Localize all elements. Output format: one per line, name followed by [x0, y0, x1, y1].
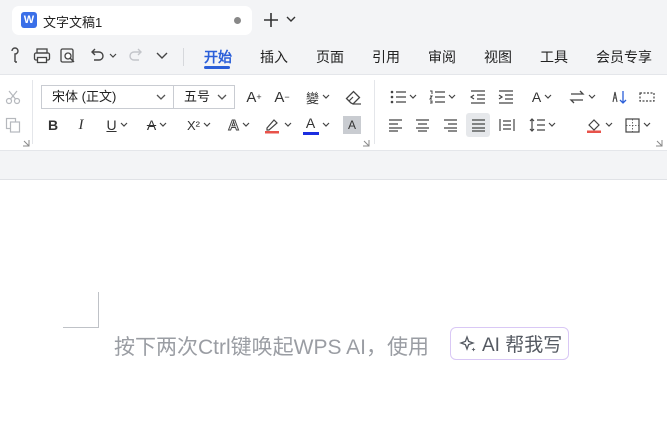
highlighter-icon: [264, 119, 279, 134]
quick-access-chevron-icon[interactable]: [154, 45, 170, 67]
highlight-color-button[interactable]: [262, 115, 292, 135]
decrease-indent-icon[interactable]: [468, 87, 488, 107]
underline-button[interactable]: U: [101, 115, 133, 135]
wps-ai-hint-text: 按下两次Ctrl键唤起WPS AI，使用: [114, 336, 430, 359]
tab-bar: W 文字文稿1: [0, 0, 667, 40]
strikethrough-button[interactable]: A: [141, 115, 173, 135]
line-spacing-button[interactable]: [526, 115, 558, 135]
page-margin-marker: [63, 292, 99, 328]
line-spacing-icon: [529, 118, 545, 132]
bullet-list-icon: [390, 90, 406, 104]
chevron-down-icon: [156, 94, 166, 100]
ribbon-divider: [32, 80, 33, 144]
new-tab-plus-icon[interactable]: [262, 9, 280, 31]
document-page[interactable]: [0, 180, 667, 434]
unsaved-dot-icon[interactable]: [234, 17, 241, 24]
tab-review[interactable]: 审阅: [428, 47, 456, 67]
align-right-icon[interactable]: [441, 116, 459, 134]
bold-button[interactable]: B: [44, 115, 62, 135]
font-color-swatch: [302, 131, 319, 135]
tab-member[interactable]: 会员专享: [596, 47, 652, 67]
ribbon-divider: [374, 80, 375, 144]
borders-button[interactable]: [622, 115, 654, 135]
tab-home[interactable]: 开始: [204, 47, 232, 67]
italic-button[interactable]: I: [72, 115, 90, 135]
redo-icon[interactable]: [126, 45, 146, 67]
tab-insert[interactable]: 插入: [260, 47, 288, 67]
tab-list-chevron-icon[interactable]: [285, 12, 297, 26]
grow-font-button[interactable]: A +: [244, 86, 264, 108]
numbering-button[interactable]: [427, 87, 457, 107]
border-icon: [625, 117, 640, 133]
format-painter-icon[interactable]: [6, 45, 26, 67]
tab-tools[interactable]: 工具: [540, 47, 568, 67]
document-tab[interactable]: W 文字文稿1: [12, 6, 252, 35]
align-left-icon[interactable]: [386, 116, 404, 134]
paragraph-group-launcher-icon[interactable]: [655, 139, 663, 147]
chevron-down-icon: [217, 94, 227, 100]
increase-indent-icon[interactable]: [496, 87, 516, 107]
align-center-icon[interactable]: [413, 116, 431, 134]
character-shading-button[interactable]: A: [343, 116, 361, 134]
font-family-select[interactable]: 宋体 (正文): [41, 85, 174, 109]
shading-fill-button[interactable]: [583, 115, 615, 135]
show-paragraph-marks-icon[interactable]: [637, 87, 657, 107]
clipboard-group-launcher-icon[interactable]: [22, 139, 30, 147]
font-group-launcher-icon[interactable]: [362, 139, 370, 147]
change-case-button[interactable]: A: [526, 86, 558, 108]
justify-icon[interactable]: [466, 113, 490, 137]
numbered-list-icon: [428, 90, 445, 104]
document-tab-title: 文字文稿1: [43, 15, 103, 30]
text-direction-button[interactable]: [567, 87, 597, 107]
tab-references[interactable]: 引用: [372, 47, 400, 67]
distributed-align-icon[interactable]: [497, 116, 517, 134]
clear-formatting-eraser-icon[interactable]: [343, 87, 363, 107]
phonetic-guide-button[interactable]: 變: [301, 86, 335, 108]
paint-bucket-icon: [586, 119, 601, 133]
cut-icon[interactable]: [4, 88, 22, 106]
undo-icon[interactable]: [86, 45, 118, 67]
font-color-button[interactable]: A: [301, 114, 331, 136]
tab-view[interactable]: 视图: [484, 47, 512, 67]
ai-write-button[interactable]: AI 帮我写: [450, 327, 569, 360]
sort-icon[interactable]: [609, 87, 629, 107]
ribbon-bottom-band: [0, 150, 667, 180]
copy-icon[interactable]: [4, 116, 22, 134]
menu-divider: [183, 48, 184, 66]
swap-arrows-icon: [568, 90, 585, 104]
tab-page[interactable]: 页面: [316, 47, 344, 67]
shrink-font-button[interactable]: A −: [272, 86, 292, 108]
font-size-select[interactable]: 五号: [173, 85, 235, 109]
ai-write-label: AI 帮我写: [482, 335, 563, 356]
print-icon[interactable]: [32, 45, 52, 67]
font-size-value: 五号: [184, 89, 211, 104]
wps-writer-logo-icon: W: [21, 12, 37, 28]
menu-row: 开始 插入 页面 引用 审阅 视图 工具 会员专享: [0, 40, 667, 74]
superscript-button[interactable]: X²: [182, 115, 216, 135]
font-family-value: 宋体 (正文): [52, 89, 117, 104]
sparkle-icon: [459, 334, 476, 351]
text-effect-button[interactable]: A: [222, 115, 256, 135]
print-preview-icon[interactable]: [58, 45, 78, 67]
bullets-button[interactable]: [388, 87, 418, 107]
active-tab-indicator: [204, 66, 230, 69]
